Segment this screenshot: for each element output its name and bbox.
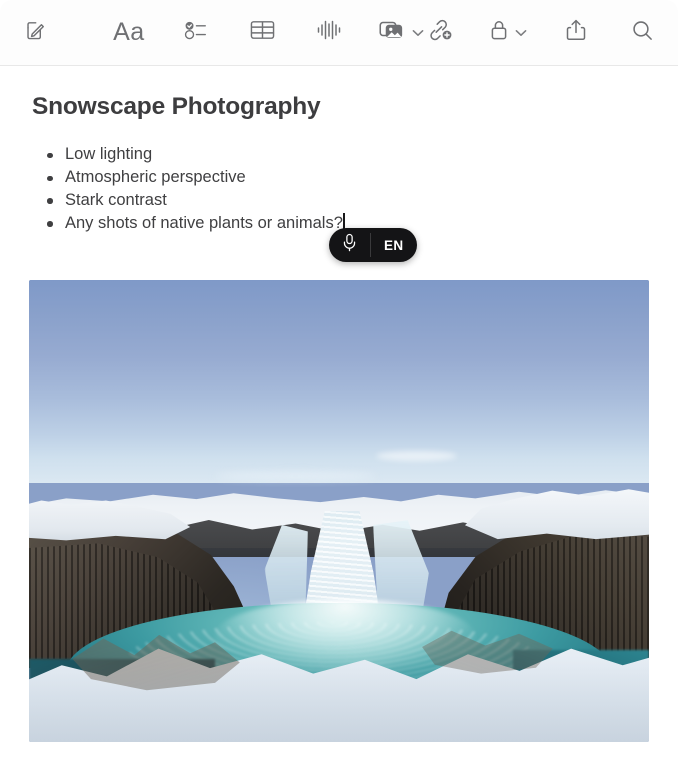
chevron-down-icon — [515, 29, 527, 37]
format-text-button[interactable]: Aa — [112, 13, 146, 53]
photo-cloud — [215, 471, 377, 481]
photo-foreground-shadow — [29, 658, 649, 742]
checklist-button[interactable] — [179, 13, 213, 53]
compose-note-button[interactable] — [18, 13, 52, 53]
microphone-icon — [342, 233, 357, 257]
audio-waveform-icon — [316, 18, 342, 47]
chevron-down-icon — [412, 29, 424, 37]
share-icon — [565, 18, 587, 47]
search-icon — [631, 19, 654, 47]
search-button[interactable] — [626, 13, 660, 53]
dictation-mic-button[interactable] — [329, 228, 370, 262]
photo-sky — [29, 280, 649, 484]
aa-format-icon: Aa — [113, 18, 145, 46]
photo-render — [29, 280, 649, 742]
photo-cloud — [376, 450, 457, 462]
compose-icon — [24, 19, 47, 47]
checklist-icon — [184, 19, 208, 46]
bullet-list[interactable]: Low lighting Atmospheric perspective Sta… — [30, 143, 648, 234]
note-title: Snowscape Photography — [32, 93, 321, 120]
list-item[interactable]: Low lighting — [44, 143, 648, 166]
add-link-button[interactable] — [423, 13, 457, 53]
media-photos-icon — [378, 18, 406, 47]
toolbar: Aa — [0, 0, 678, 66]
lock-note-button[interactable] — [490, 13, 527, 53]
share-button[interactable] — [559, 13, 593, 53]
list-item[interactable]: Stark contrast — [44, 189, 648, 212]
dictation-language-label: EN — [384, 237, 404, 253]
list-item[interactable]: Atmospheric perspective — [44, 166, 648, 189]
table-button[interactable] — [246, 13, 280, 53]
lock-icon — [489, 18, 509, 47]
table-icon — [250, 19, 275, 46]
audio-recording-button[interactable] — [312, 13, 346, 53]
notes-window: Aa Snowscape Photography Low lighting At… — [0, 0, 678, 780]
list-item-text: Any shots of native plants or animals? — [65, 213, 343, 232]
dictation-language-button[interactable]: EN — [371, 228, 417, 262]
link-plus-icon — [426, 18, 454, 47]
media-button[interactable] — [378, 13, 424, 53]
dictation-popup[interactable]: EN — [329, 228, 417, 262]
note-content[interactable]: Snowscape Photography Low lighting Atmos… — [0, 66, 678, 234]
note-attachment-photo[interactable] — [29, 280, 649, 742]
